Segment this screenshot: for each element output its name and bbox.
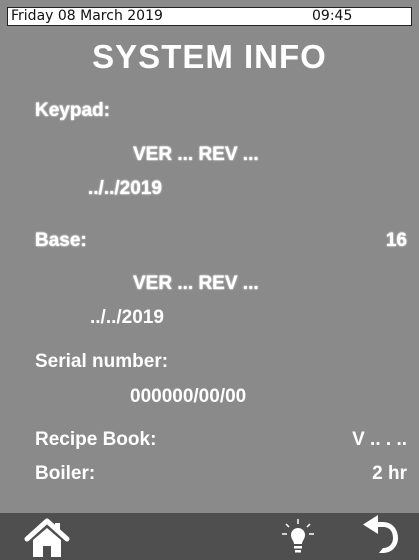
status-time: 09:45: [312, 8, 353, 24]
status-date: Friday 08 March 2019: [11, 8, 163, 24]
back-button[interactable]: [357, 513, 401, 560]
boiler-value: 2 hr: [372, 463, 407, 484]
back-arrow-icon: [363, 515, 398, 553]
recipe-book-label: Recipe Book:: [35, 429, 157, 450]
light-toggle-button[interactable]: [278, 513, 318, 560]
recipe-book-value: V .. . ..: [352, 429, 407, 450]
bottom-nav-bar: [0, 513, 419, 560]
base-label: Base:: [35, 230, 87, 251]
base-date: ../../2019: [90, 307, 164, 328]
light-bulb-icon: [282, 519, 314, 553]
serial-number-value: 000000/00/00: [130, 386, 247, 407]
keypad-date: ../../2019: [88, 178, 162, 199]
system-info-screen: Friday 08 March 2019 09:45 SYSTEM INFO K…: [0, 0, 419, 560]
base-value: 16: [385, 230, 407, 251]
base-version: VER ... REV ...: [133, 273, 259, 294]
boiler-label: Boiler:: [35, 463, 96, 484]
keypad-version: VER ... REV ...: [133, 144, 259, 165]
serial-number-label: Serial number:: [35, 351, 169, 372]
page-title: SYSTEM INFO: [92, 38, 327, 75]
keypad-label: Keypad:: [35, 100, 110, 121]
home-icon: [24, 518, 70, 557]
home-button[interactable]: [22, 513, 72, 560]
status-bar: Friday 08 March 2019 09:45: [7, 7, 412, 26]
